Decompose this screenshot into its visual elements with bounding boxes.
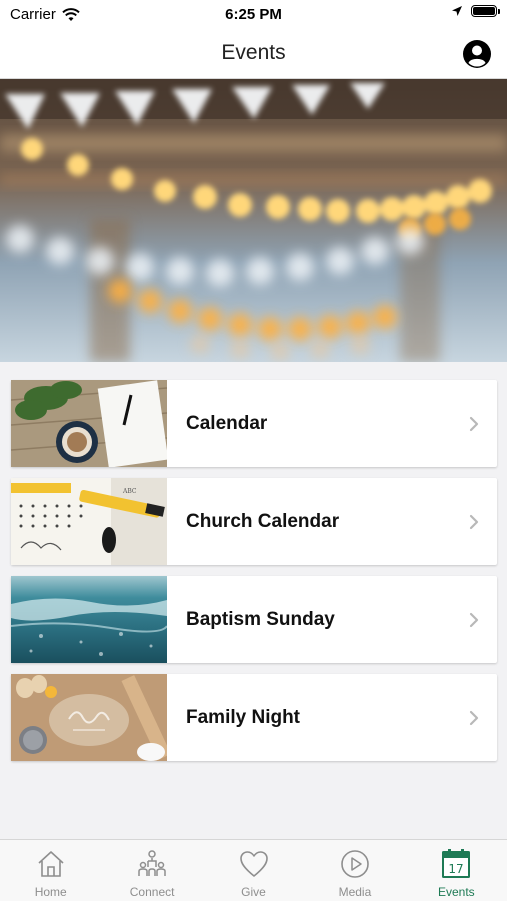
event-list: Calendar ABC Church Calendar Baptism Sun… <box>11 380 497 772</box>
tab-label: Give <box>241 885 266 899</box>
event-label: Baptism Sunday <box>186 608 335 630</box>
chevron-right-icon <box>469 514 479 530</box>
family-night-thumbnail <box>11 674 167 761</box>
heart-icon <box>239 851 268 877</box>
tab-events[interactable]: 17 Events <box>406 840 507 901</box>
chevron-right-icon <box>469 710 479 726</box>
svg-text:ABC: ABC <box>122 488 137 495</box>
chevron-right-icon <box>469 416 479 432</box>
calendar-thumbnail <box>11 380 167 467</box>
play-icon <box>341 850 369 878</box>
church-calendar-thumbnail: ABC <box>11 478 167 565</box>
page-title: Events <box>221 41 286 64</box>
tab-label: Connect <box>129 885 175 899</box>
status-right <box>451 5 500 17</box>
event-card-family-night[interactable]: Family Night <box>11 674 497 761</box>
tab-label: Media <box>338 885 372 899</box>
tab-media[interactable]: Media <box>304 840 405 901</box>
baptism-sunday-thumbnail <box>11 576 167 663</box>
event-label: Family Night <box>186 706 301 728</box>
status-time: 6:25 PM <box>225 6 282 23</box>
calendar-icon: 17 <box>442 849 471 878</box>
profile-icon[interactable] <box>462 39 492 69</box>
status-bar: Carrier 6:25 PM <box>0 0 507 30</box>
event-label: Calendar <box>186 412 268 434</box>
event-card-calendar[interactable]: Calendar <box>11 380 497 467</box>
calendar-badge: 17 <box>449 862 464 876</box>
navigation-bar: Events <box>0 30 507 79</box>
hero-image <box>0 79 507 362</box>
connect-icon <box>138 850 166 876</box>
home-icon <box>38 851 64 877</box>
location-arrow-icon <box>452 6 462 16</box>
event-card-church-calendar[interactable]: ABC Church Calendar <box>11 478 497 565</box>
tab-label: Home <box>34 885 67 899</box>
tab-bar: Home Connect Give Media 17 Events <box>0 839 507 901</box>
battery-icon <box>471 5 500 17</box>
tab-connect[interactable]: Connect <box>101 840 202 901</box>
tab-give[interactable]: Give <box>203 840 304 901</box>
tab-label: Events <box>437 885 475 899</box>
event-card-baptism-sunday[interactable]: Baptism Sunday <box>11 576 497 663</box>
event-label: Church Calendar <box>186 510 340 532</box>
chevron-right-icon <box>469 612 479 628</box>
tab-home[interactable]: Home <box>0 840 101 901</box>
